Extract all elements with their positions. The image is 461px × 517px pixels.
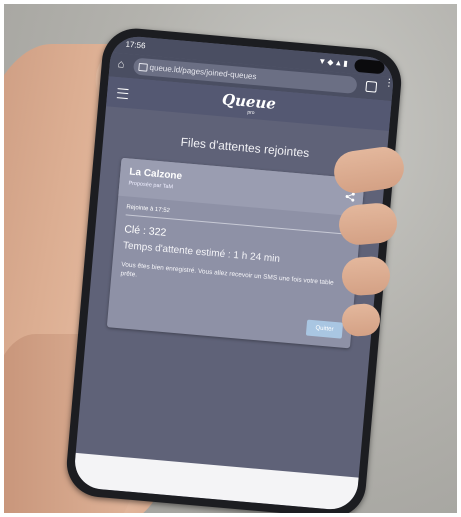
confirmation-message: Vous êtes bien enregistré. Vous allez re… — [120, 261, 334, 287]
proposer-text: Proposée par TaM — [128, 180, 174, 191]
restaurant-name: La Calzone — [128, 166, 183, 183]
finger — [337, 201, 399, 247]
hamburger-menu-icon[interactable] — [116, 88, 129, 100]
quit-button[interactable]: Quitter — [305, 319, 344, 339]
queue-key: Clé : 322 — [123, 223, 167, 239]
estimated-wait: Temps d'attente estimé : 1 h 24 min — [122, 240, 281, 265]
home-icon[interactable]: ⌂ — [117, 58, 130, 71]
front-camera — [354, 58, 386, 75]
joined-time: Rejointe à 17:52 — [126, 204, 171, 215]
url-text: queue.ld/pages/joined-queues — [149, 62, 257, 82]
logo-subtitle: pro — [247, 109, 255, 117]
menu-dots-icon[interactable]: ⋮ — [384, 77, 395, 89]
lock-icon — [138, 62, 148, 72]
finger — [340, 255, 392, 297]
tabs-icon[interactable] — [365, 80, 378, 93]
status-icons: ▼◆▲▮ — [318, 56, 350, 69]
status-time: 17:56 — [125, 39, 146, 51]
photo: 17:56 ▼◆▲▮ ⌂ queue.ld/pages/joined-queue… — [4, 4, 457, 513]
queue-card: La Calzone Proposée par TaM Rejointe à 1… — [106, 157, 365, 349]
